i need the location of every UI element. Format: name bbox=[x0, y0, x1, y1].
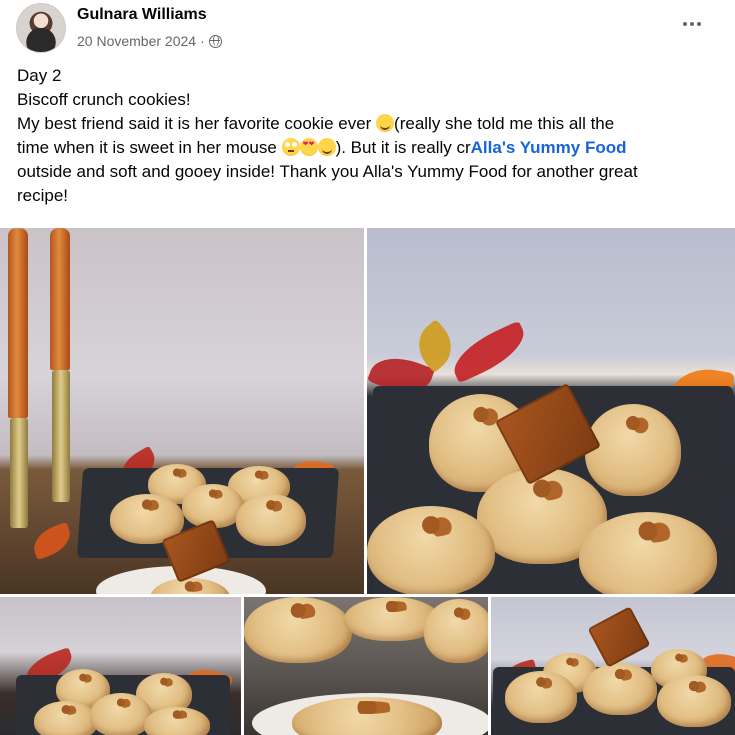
meta-separator: · bbox=[200, 33, 205, 49]
author-name[interactable]: Gulnara Williams bbox=[77, 6, 207, 24]
heart-eyes-emoji-icon bbox=[299, 138, 318, 156]
eye-roll-emoji-icon bbox=[281, 138, 300, 156]
post-text: Day 2 Biscoff crunch cookies! My best fr… bbox=[17, 64, 722, 208]
post-line-3: My best friend said it is her favorite c… bbox=[17, 114, 615, 133]
post-line-2: Biscoff crunch cookies! bbox=[17, 90, 191, 109]
post-header: Gulnara Williams 20 November 2024 · bbox=[0, 0, 735, 58]
mention-link[interactable]: Alla's Yummy Food bbox=[471, 138, 627, 157]
post-meta: 20 November 2024 · bbox=[77, 33, 222, 49]
post-line-4: time when it is sweet in her mouse ). Bu… bbox=[17, 136, 722, 160]
post-line-6: recipe! bbox=[17, 186, 69, 205]
post-line-5: outside and soft and gooey inside! Thank… bbox=[17, 162, 638, 181]
author-avatar[interactable] bbox=[16, 3, 66, 53]
photo-cookies-macro[interactable] bbox=[244, 597, 488, 735]
photo-cookies-tray-left[interactable] bbox=[0, 597, 241, 735]
globe-icon[interactable] bbox=[208, 34, 222, 48]
photo-cookies-closeup[interactable] bbox=[367, 228, 735, 594]
more-options-icon[interactable] bbox=[674, 10, 710, 38]
smile-emoji-icon bbox=[317, 138, 336, 156]
photo-cookies-tray-right[interactable] bbox=[491, 597, 735, 735]
post-line-1: Day 2 bbox=[17, 66, 62, 85]
post-date[interactable]: 20 November 2024 bbox=[77, 33, 196, 49]
grin-emoji-icon bbox=[376, 114, 395, 132]
photo-candles-cookies[interactable] bbox=[0, 228, 364, 594]
